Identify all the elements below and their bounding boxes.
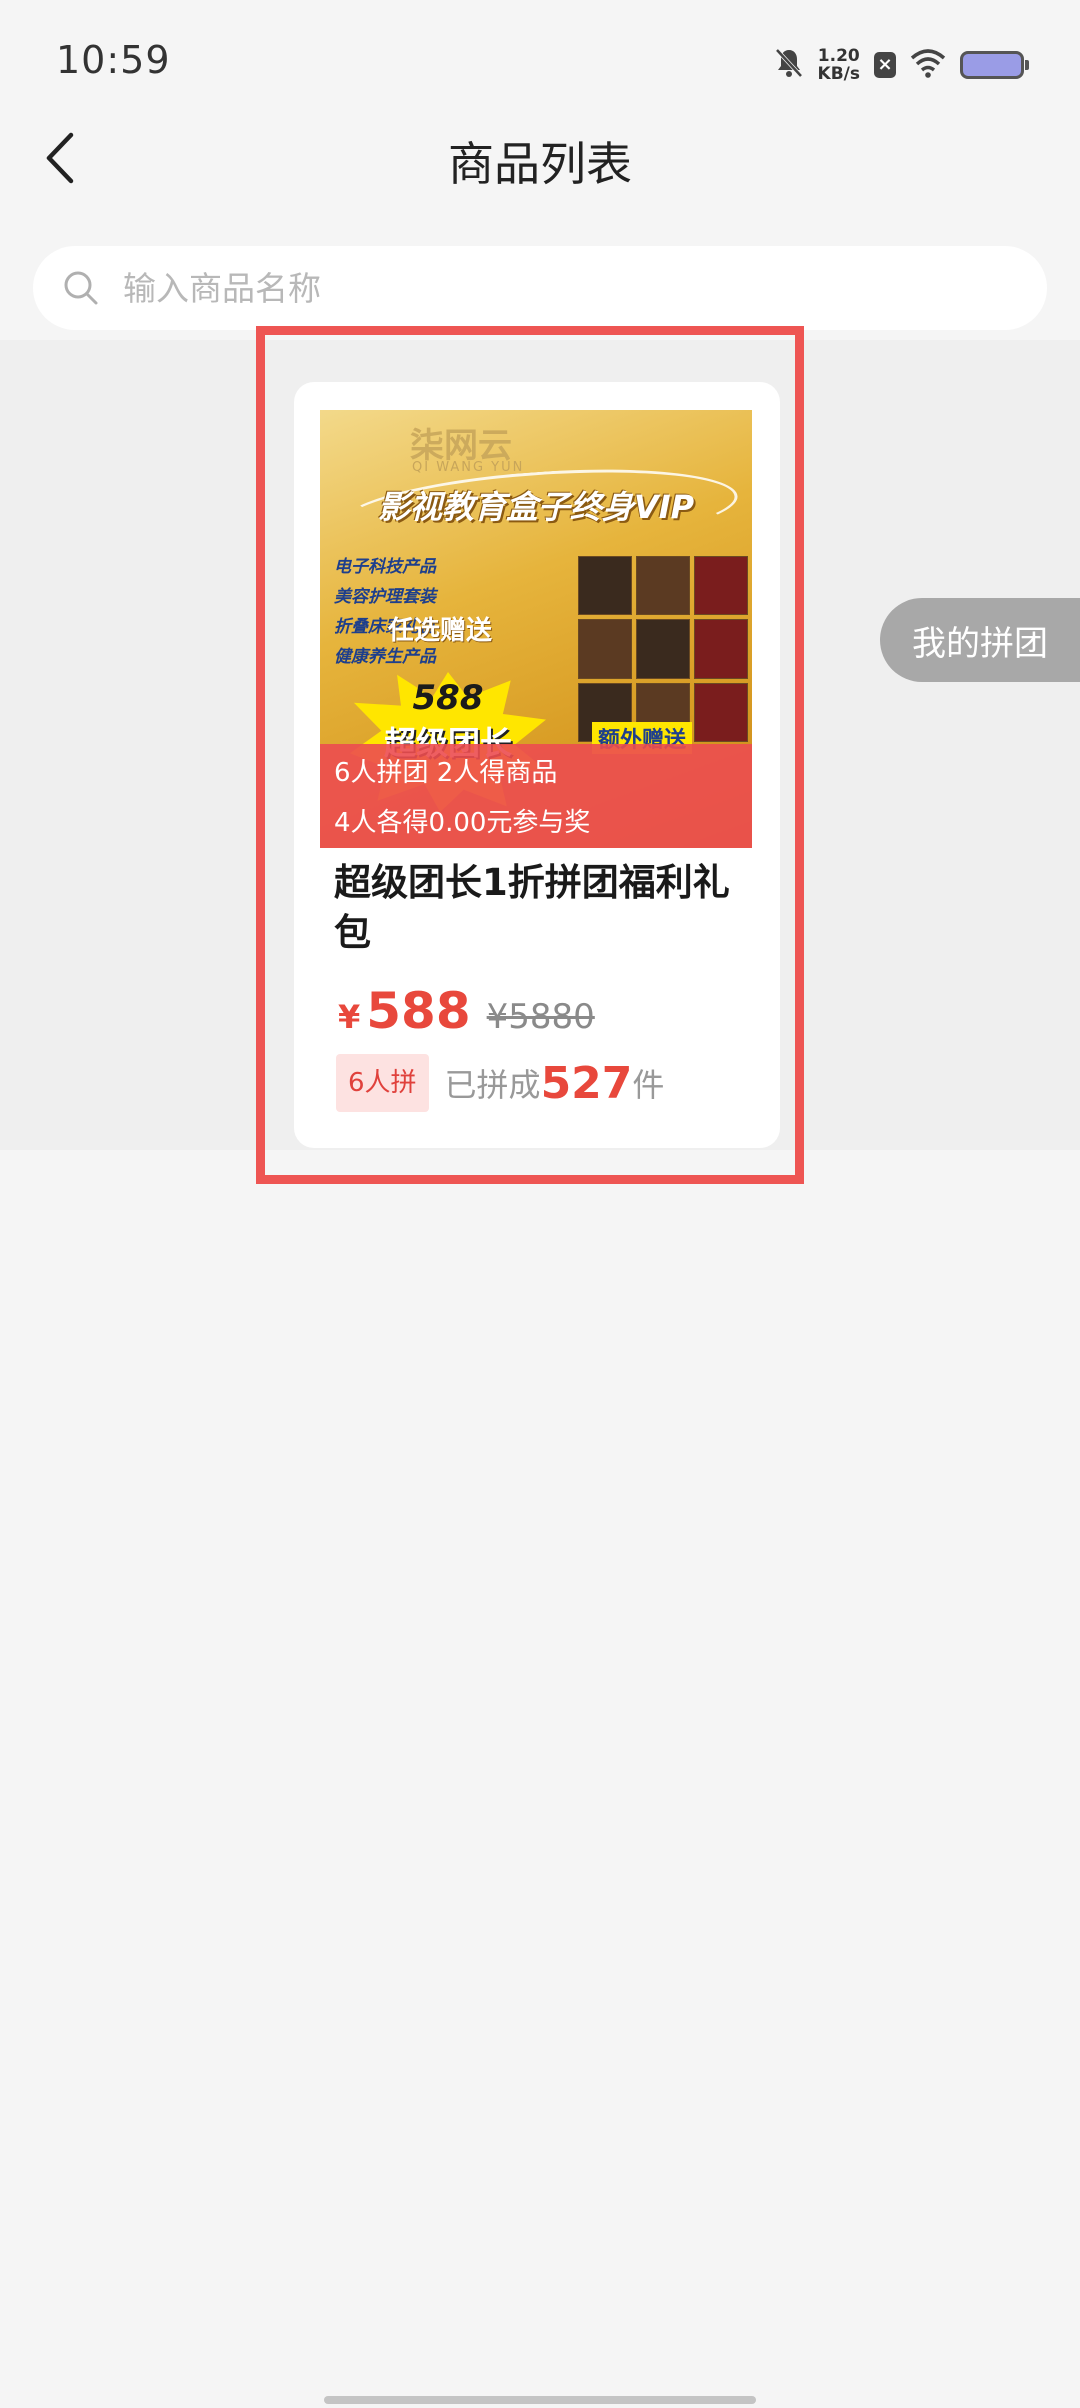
x-badge-icon: ×	[874, 52, 896, 78]
search-icon	[61, 268, 101, 308]
net-speed-value: 1.20	[817, 46, 860, 66]
search-input[interactable]	[121, 267, 985, 309]
selection-highlight-frame	[256, 326, 804, 1184]
page-title: 商品列表	[448, 137, 632, 191]
status-bar: 10:59 1.20 KB/s ×	[0, 0, 1080, 120]
battery-icon	[960, 51, 1029, 79]
search-box[interactable]	[33, 246, 1047, 330]
status-icons: 1.20 KB/s ×	[774, 40, 1029, 90]
bell-off-icon	[774, 47, 804, 83]
status-time: 10:59	[56, 38, 171, 82]
wifi-icon	[910, 48, 946, 82]
home-indicator[interactable]	[324, 2396, 756, 2404]
net-speed-unit: KB/s	[817, 64, 860, 84]
net-speed: 1.20 KB/s	[818, 47, 860, 83]
my-group-button[interactable]: 我的拼团	[880, 598, 1080, 682]
